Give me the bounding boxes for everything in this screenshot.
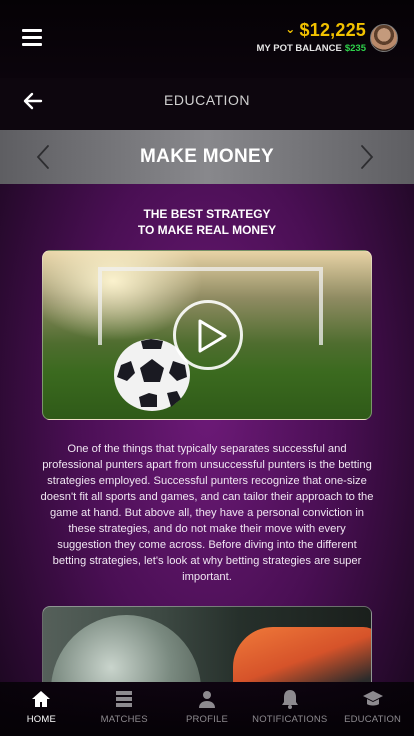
pot-balance: MY POT BALANCE $235	[257, 43, 366, 54]
balance-panel[interactable]: ⌄ $12,225 MY POT BALANCE $235	[257, 20, 366, 54]
article-image-2[interactable]	[42, 606, 372, 682]
avatar[interactable]	[370, 24, 398, 52]
nav-item-notifications[interactable]: NOTIFICATIONS	[248, 682, 331, 736]
nav-label-notifications: NOTIFICATIONS	[252, 714, 328, 725]
nav-label-matches: MATCHES	[100, 714, 148, 725]
article-title-line-1: THE BEST STRATEGY	[143, 207, 271, 221]
pot-balance-label: MY POT BALANCE	[256, 43, 342, 54]
category-switcher: MAKE MONEY	[0, 130, 414, 184]
section-header: EDUCATION	[0, 78, 414, 130]
category-title: MAKE MONEY	[140, 146, 274, 167]
article-content[interactable]: THE BEST STRATEGY TO MAKE REAL MONEY One…	[0, 184, 414, 682]
graduation-cap-icon	[331, 688, 414, 710]
nav-label-profile: PROFILE	[185, 714, 229, 725]
nav-label-home: HOME	[26, 714, 57, 725]
cleat-image	[233, 627, 371, 682]
top-bar: ⌄ $12,225 MY POT BALANCE $235	[0, 0, 414, 78]
nav-item-profile[interactable]: PROFILE	[166, 682, 249, 736]
soccer-ball-image	[51, 615, 201, 682]
pot-balance-value: $235	[344, 43, 366, 54]
play-button-icon[interactable]	[173, 300, 243, 370]
page-title: EDUCATION	[164, 92, 250, 108]
nav-label-education: EDUCATION	[344, 714, 402, 725]
bottom-nav: HOME MATCHES PROFILE NOTIFICATIONS EDUCA…	[0, 682, 414, 736]
balance-value: $12,225	[299, 20, 366, 40]
user-icon	[166, 688, 249, 710]
chevron-down-icon: ⌄	[285, 22, 296, 36]
bell-icon	[248, 688, 331, 710]
balance-amount: ⌄ $12,225	[257, 20, 366, 41]
nav-item-matches[interactable]: MATCHES	[83, 682, 166, 736]
home-icon	[0, 688, 83, 710]
article-title-line-2: TO MAKE REAL MONEY	[137, 223, 277, 237]
nav-item-home[interactable]: HOME	[0, 682, 83, 736]
nav-item-education[interactable]: EDUCATION	[331, 682, 414, 736]
chevron-right-icon[interactable]	[360, 144, 378, 170]
article-title: THE BEST STRATEGY TO MAKE REAL MONEY	[0, 206, 414, 238]
article-body: One of the things that typically separat…	[40, 443, 374, 583]
list-icon	[83, 688, 166, 710]
hamburger-menu-icon[interactable]	[22, 29, 42, 47]
video-thumbnail[interactable]	[42, 250, 372, 420]
